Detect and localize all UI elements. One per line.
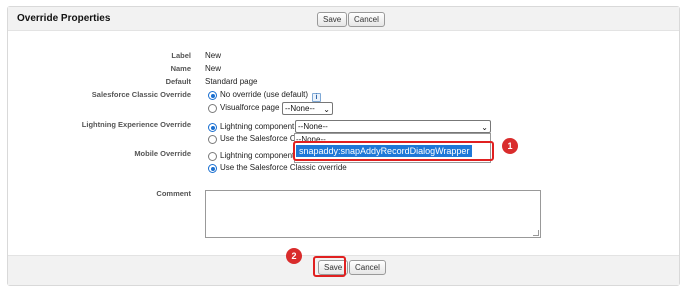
annotation-highlight-2 (313, 256, 346, 277)
mobile-lightning-radio[interactable] (208, 152, 217, 161)
lightning-use-classic-radio[interactable] (208, 135, 217, 144)
lightning-component-text: Lightning component (220, 122, 295, 131)
chevron-down-icon: ⌄ (323, 105, 330, 114)
classic-visualforce-text: Visualforce page (220, 103, 280, 112)
page-title: Override Properties (17, 13, 111, 24)
label-field-value: New (205, 51, 222, 60)
cancel-button-bottom[interactable]: Cancel (349, 260, 386, 275)
name-field-label: Name (170, 64, 191, 73)
chevron-down-icon: ⌄ (481, 123, 488, 132)
label-field-label: Label (171, 51, 191, 60)
classic-override-label: Salesforce Classic Override (91, 90, 191, 99)
cancel-button-top[interactable]: Cancel (348, 12, 385, 27)
lightning-component-select[interactable]: --None-- ⌄ (295, 120, 491, 133)
lightning-use-classic-text: Use the Salesforce C (220, 134, 296, 143)
name-field-value: New (205, 64, 222, 73)
classic-no-override-radio[interactable] (208, 91, 217, 100)
mobile-use-classic-radio[interactable] (208, 164, 217, 173)
visualforce-page-select[interactable]: --None-- ⌄ (282, 102, 333, 115)
comment-textarea[interactable] (205, 190, 541, 238)
annotation-highlight-1 (293, 141, 494, 161)
save-button-top[interactable]: Save (317, 12, 348, 27)
lightning-component-radio[interactable] (208, 123, 217, 132)
visualforce-select-value: --None-- (285, 104, 315, 113)
default-field-label: Default (165, 77, 191, 86)
default-field-value: Standard page (205, 77, 258, 86)
lightning-select-value: --None-- (298, 122, 328, 131)
annotation-badge-1: 1 (502, 138, 518, 154)
classic-visualforce-radio[interactable] (208, 104, 217, 113)
classic-no-override-text: No override (use default) (220, 90, 309, 99)
lightning-override-label: Lightning Experience Override (81, 120, 191, 129)
annotation-badge-2: 2 (286, 248, 302, 264)
mobile-use-classic-text: Use the Salesforce Classic override (220, 163, 347, 172)
mobile-override-label: Mobile Override (134, 149, 191, 158)
comment-label: Comment (156, 189, 191, 198)
info-icon[interactable]: i (312, 93, 321, 102)
resize-handle-icon[interactable] (533, 230, 539, 236)
mobile-lightning-text: Lightning component (220, 151, 295, 160)
